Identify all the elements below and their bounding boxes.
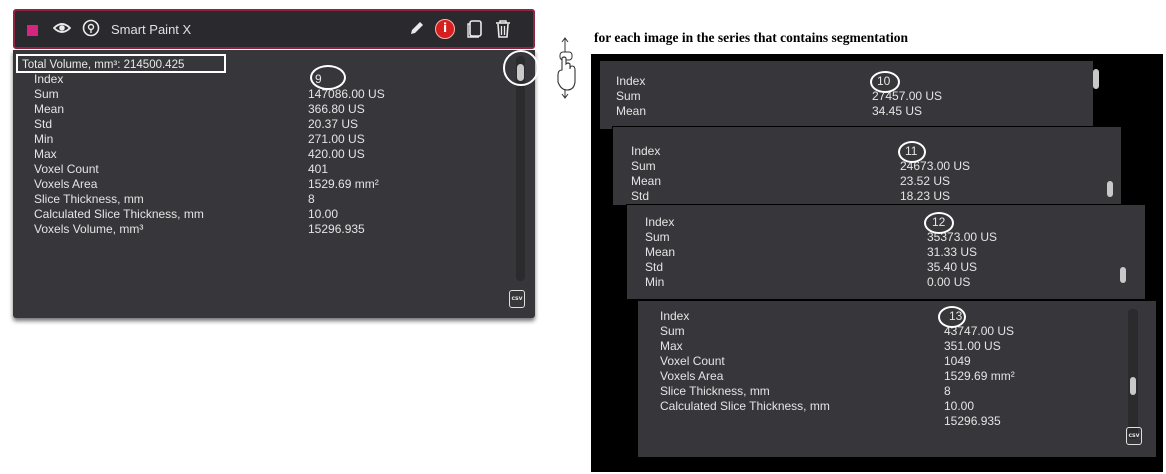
stat-value: 351.00 US bbox=[944, 339, 1001, 353]
stat-value: 8 bbox=[308, 192, 315, 206]
scrollbar-highlight-ring bbox=[503, 50, 539, 86]
stat-label: Sum bbox=[631, 159, 656, 173]
stat-label: Index bbox=[660, 309, 690, 323]
scrollbar-thumb[interactable] bbox=[1107, 181, 1113, 197]
stat-label: Mean bbox=[616, 104, 647, 118]
csv-icon[interactable]: csv bbox=[509, 290, 525, 308]
stat-label: Max bbox=[34, 147, 57, 161]
stat-value: 420.00 US bbox=[308, 147, 365, 161]
stat-value: 8 bbox=[944, 384, 951, 398]
stat-value: 147086.00 US bbox=[308, 87, 385, 101]
stat-value: 1529.69 mm² bbox=[944, 369, 1015, 383]
stat-label: Sum bbox=[645, 230, 670, 244]
trash-icon[interactable] bbox=[493, 19, 513, 44]
stat-value: 31.33 US bbox=[927, 245, 978, 259]
panel-labels: Index Sum Mean Std bbox=[631, 144, 661, 204]
stat-label: Sum bbox=[616, 89, 641, 103]
copy-icon[interactable] bbox=[465, 19, 485, 44]
total-volume: Total Volume, mm³: 214500.425 bbox=[16, 54, 226, 73]
stat-label: Mean bbox=[645, 245, 676, 259]
pencil-icon[interactable] bbox=[407, 20, 427, 41]
segmentation-stats: Total Volume, mm³: 214500.425 Index Sum … bbox=[13, 50, 539, 318]
stat-label: Voxel Count bbox=[34, 162, 99, 176]
index-highlight-ring bbox=[924, 212, 954, 234]
panel-labels: Index Sum Mean bbox=[616, 74, 646, 119]
stat-label: Index bbox=[616, 74, 646, 88]
stat-value: 20.37 US bbox=[308, 117, 359, 131]
stat-label: Slice Thickness, mm bbox=[34, 192, 144, 206]
stat-label: Index bbox=[34, 72, 64, 86]
index-highlight-ring bbox=[310, 65, 346, 90]
stat-values: 9 147086.00 US 366.80 US 20.37 US 271.00… bbox=[308, 72, 488, 237]
stat-value: 35.40 US bbox=[927, 260, 978, 274]
stat-value: 366.80 US bbox=[308, 102, 365, 116]
scrollbar[interactable] bbox=[516, 56, 525, 281]
stat-label: Mean bbox=[631, 174, 662, 188]
stat-value: 10.00 bbox=[944, 399, 975, 413]
stat-labels: Index Sum Mean Std Min Max Voxel Count V… bbox=[34, 72, 294, 237]
scrollbar-thumb[interactable] bbox=[1130, 377, 1136, 395]
stat-label: Calculated Slice Thickness, mm bbox=[660, 399, 830, 413]
segmentation-header[interactable]: Smart Paint X i bbox=[13, 9, 535, 49]
stat-label: Calculated Slice Thickness, mm bbox=[34, 207, 204, 221]
stat-label: Voxels Area bbox=[34, 177, 98, 191]
stat-label: Std bbox=[631, 189, 650, 203]
segmentation-panel: Smart Paint X i Total Volume, mm³: 21450… bbox=[8, 6, 540, 342]
stat-label: Max bbox=[660, 339, 683, 353]
segmentation-name: Smart Paint X bbox=[111, 22, 192, 37]
stat-value: 271.00 US bbox=[308, 132, 365, 146]
index-highlight-ring bbox=[938, 306, 966, 328]
panel-labels: Index Sum Mean Std Min bbox=[645, 215, 675, 290]
stat-label: Min bbox=[34, 132, 54, 146]
stats-panel-index-13: Index Sum Max Voxel Count Voxels Area Sl… bbox=[637, 300, 1157, 458]
locate-icon[interactable] bbox=[81, 19, 101, 44]
stat-value: 1529.69 mm² bbox=[308, 177, 379, 191]
color-swatch[interactable] bbox=[27, 25, 38, 36]
stat-label: Voxels Area bbox=[660, 369, 724, 383]
stat-value: 10.00 bbox=[308, 207, 339, 221]
index-highlight-ring bbox=[898, 141, 926, 163]
stat-label: Min bbox=[645, 275, 665, 289]
panel-labels: Index Sum Max Voxel Count Voxels Area Sl… bbox=[660, 309, 830, 414]
stat-value: 401 bbox=[308, 162, 329, 176]
stats-panel-index-11: Index Sum Mean Std 11 24673.00 US 23.52 … bbox=[612, 126, 1122, 206]
stat-label: Index bbox=[645, 215, 675, 229]
stat-value: 23.52 US bbox=[900, 174, 951, 188]
stat-label: Std bbox=[34, 117, 53, 131]
stat-label: Index bbox=[631, 144, 661, 158]
series-caption: for each image in the series that contai… bbox=[594, 30, 908, 45]
stat-label: Slice Thickness, mm bbox=[660, 384, 770, 398]
csv-icon[interactable]: csv bbox=[1126, 427, 1142, 445]
eye-icon[interactable] bbox=[51, 20, 73, 40]
scrollbar-thumb[interactable] bbox=[1120, 267, 1126, 283]
stats-panel-index-12: Index Sum Mean Std Min 12 35373.00 US 31… bbox=[626, 204, 1146, 300]
stat-value: 34.45 US bbox=[872, 104, 923, 118]
stat-value: 0.00 US bbox=[927, 275, 971, 289]
stat-value: 1049 bbox=[944, 354, 971, 368]
stats-panel-index-10: Index Sum Mean 10 27457.00 US 34.45 US bbox=[599, 60, 1099, 130]
scroll-mouse-icon bbox=[553, 36, 579, 102]
info-icon[interactable]: i bbox=[435, 19, 455, 39]
stat-label: Mean bbox=[34, 102, 65, 116]
stat-label: Voxels Volume, mm³ bbox=[34, 222, 144, 236]
scrollbar[interactable] bbox=[1128, 309, 1138, 439]
stat-value: 15296.935 bbox=[308, 222, 365, 236]
stat-label: Std bbox=[645, 260, 664, 274]
stat-label: Sum bbox=[34, 87, 59, 101]
scrollbar-thumb[interactable] bbox=[1093, 69, 1099, 89]
index-highlight-ring bbox=[870, 71, 900, 93]
stat-value: 18.23 US bbox=[900, 189, 951, 203]
stat-value: 15296.935 bbox=[944, 414, 1001, 428]
stat-label: Voxel Count bbox=[660, 354, 725, 368]
stat-label: Sum bbox=[660, 324, 685, 338]
